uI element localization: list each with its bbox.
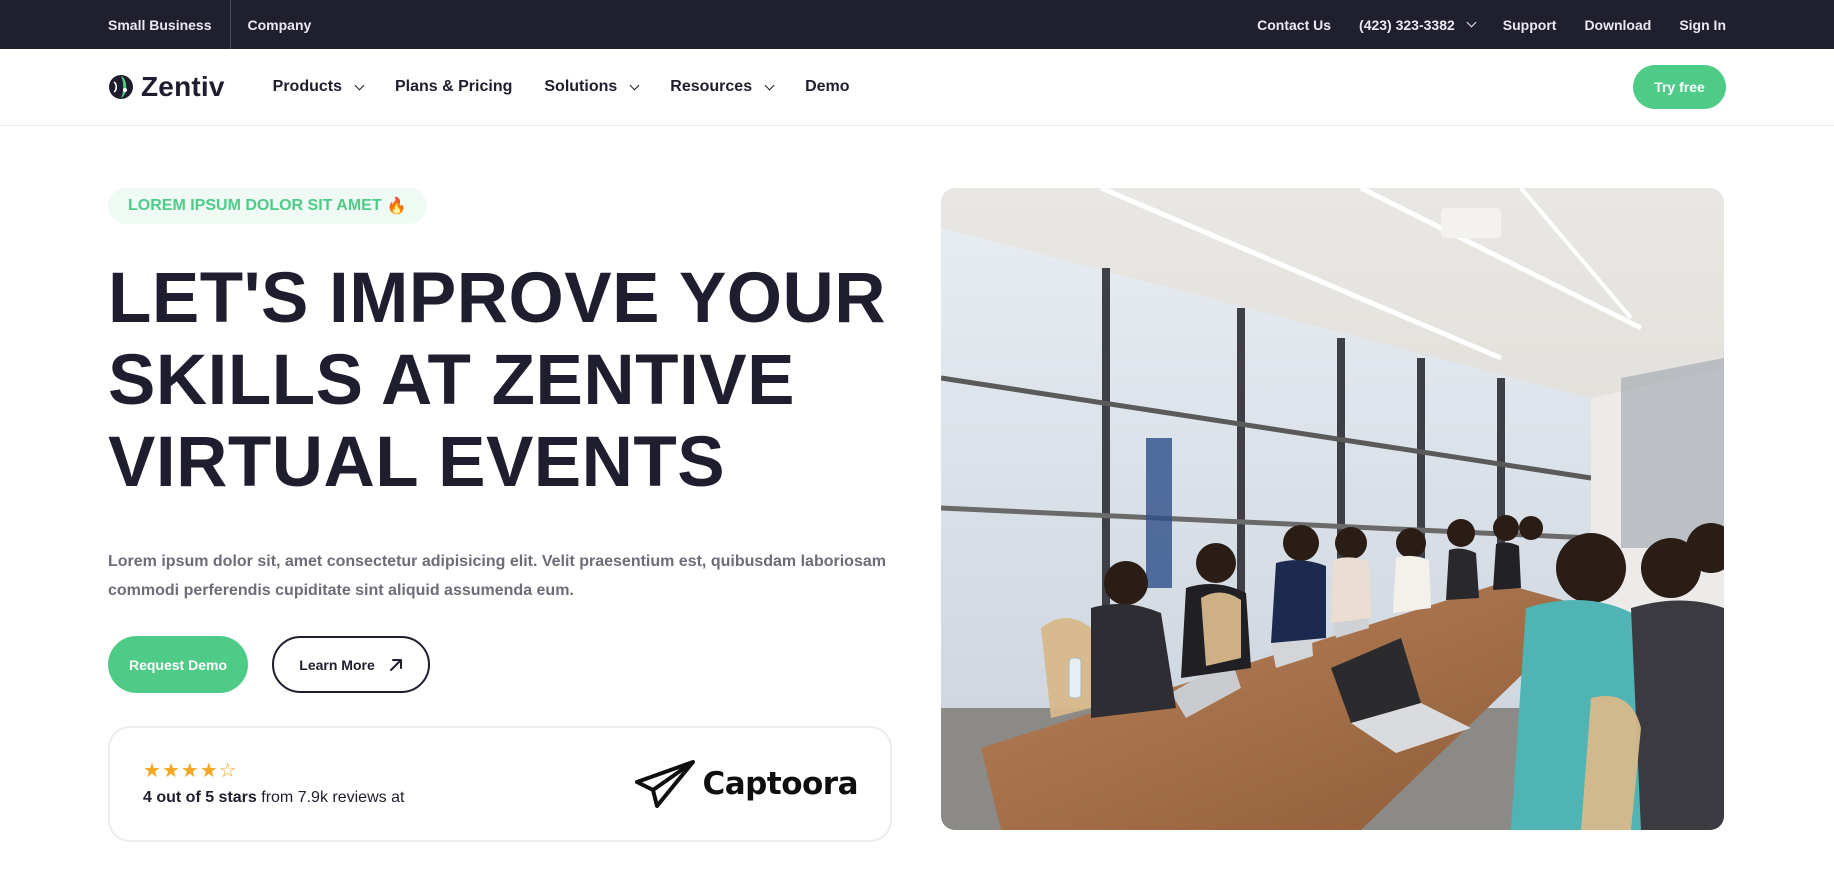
chevron-down-icon <box>1466 17 1477 28</box>
contact-us-link[interactable]: Contact Us <box>1257 17 1331 33</box>
nav-item-label: Products <box>272 78 342 95</box>
review-card: ★ ★ ★ ★ ☆ 4 out of 5 stars from 7.9k rev… <box>108 726 892 842</box>
nav-item-label: Solutions <box>544 78 618 95</box>
review-platform-name: Captoora <box>702 766 859 802</box>
rating-text: 4 out of 5 stars <box>143 789 257 806</box>
brand-name: Zentiv <box>141 71 225 102</box>
hero-image <box>941 188 1724 830</box>
nav-item-plans-pricing[interactable]: Plans & Pricing <box>395 78 512 96</box>
star-filled-icon: ★ <box>180 760 199 782</box>
nav-item-label: Demo <box>805 78 850 95</box>
review-summary: ★ ★ ★ ★ ☆ 4 out of 5 stars from 7.9k rev… <box>143 761 404 807</box>
eyebrow-badge: LOREM IPSUM DOLOR SIT AMET 🔥 <box>108 188 427 224</box>
learn-more-label: Learn More <box>299 656 375 673</box>
chevron-down-icon <box>629 80 640 90</box>
top-utility-right: Contact Us (423) 323-3382 Support Downlo… <box>1257 0 1726 49</box>
star-empty-icon: ☆ <box>218 760 237 782</box>
top-utility-bar: Small Business Company Contact Us (423) … <box>0 0 1834 49</box>
star-filled-icon: ★ <box>199 760 218 782</box>
phone-dropdown[interactable]: (423) 323-3382 <box>1359 17 1477 33</box>
meeting-room-photo <box>941 188 1724 830</box>
fire-icon: 🔥 <box>386 198 407 215</box>
review-count-text: from 7.9k reviews at <box>256 789 405 806</box>
small-business-link[interactable]: Small Business <box>108 17 212 33</box>
nav-item-solutions[interactable]: Solutions <box>544 78 640 96</box>
cta-row: Request Demo Learn More <box>108 636 892 693</box>
nav-item-label: Plans & Pricing <box>395 78 513 95</box>
chevron-down-icon <box>354 80 365 90</box>
hero-content: LOREM IPSUM DOLOR SIT AMET 🔥 LET'S IMPRO… <box>108 126 892 842</box>
request-demo-button[interactable]: Request Demo <box>108 636 248 693</box>
nav-item-resources[interactable]: Resources <box>670 78 775 96</box>
support-link[interactable]: Support <box>1503 17 1557 33</box>
download-link[interactable]: Download <box>1584 17 1651 33</box>
paper-plane-icon <box>634 760 695 808</box>
phone-number[interactable]: (423) 323-3382 <box>1359 17 1455 33</box>
star-rating: ★ ★ ★ ★ ☆ <box>143 761 404 781</box>
brand-logo[interactable]: Zentiv <box>108 71 225 103</box>
nav-item-demo[interactable]: Demo <box>805 78 849 96</box>
star-filled-icon: ★ <box>161 760 180 782</box>
review-text: 4 out of 5 stars from 7.9k reviews at <box>143 789 404 807</box>
nav-item-label: Resources <box>670 78 753 95</box>
nav-item-products[interactable]: Products <box>272 78 365 96</box>
main-navigation: Zentiv Products Plans & Pricing Solution… <box>0 49 1834 126</box>
zentiv-logo-icon <box>109 75 133 99</box>
top-utility-left: Small Business Company <box>108 0 311 49</box>
try-free-button[interactable]: Try free <box>1633 65 1726 109</box>
learn-more-button[interactable]: Learn More <box>272 636 430 693</box>
company-link[interactable]: Company <box>248 17 312 33</box>
headline-line: SKILLS AT ZENTIVE <box>108 341 795 420</box>
hero-headline: LET'S IMPROVE YOUR SKILLS AT ZENTIVE VIR… <box>108 258 892 504</box>
arrow-up-right-icon <box>389 658 402 671</box>
nav-menu: Products Plans & Pricing Solutions Resou… <box>273 78 882 96</box>
headline-line: LET'S IMPROVE YOUR <box>108 259 887 338</box>
review-platform-logo[interactable]: Captoora <box>634 760 859 808</box>
star-filled-icon: ★ <box>143 760 161 782</box>
hero-section: LOREM IPSUM DOLOR SIT AMET 🔥 LET'S IMPRO… <box>0 126 1834 842</box>
chevron-down-icon <box>764 80 775 90</box>
sign-in-link[interactable]: Sign In <box>1679 17 1726 33</box>
headline-line: VIRTUAL EVENTS <box>108 423 726 502</box>
hero-description: Lorem ipsum dolor sit, amet consectetur … <box>108 553 886 599</box>
eyebrow-text: LOREM IPSUM DOLOR SIT AMET <box>128 197 382 214</box>
